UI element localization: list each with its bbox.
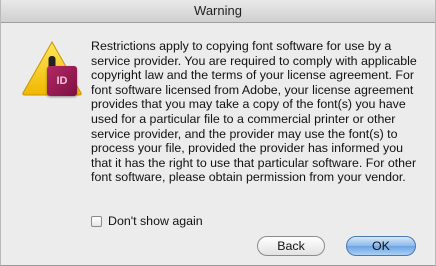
- back-button[interactable]: Back: [257, 236, 325, 256]
- warning-dialog: Warning ID Restrictions apply to copying…: [0, 0, 436, 266]
- dont-show-again-row[interactable]: Don't show again: [91, 214, 203, 228]
- indesign-app-icon: ID: [47, 66, 77, 96]
- dont-show-again-label[interactable]: Don't show again: [108, 214, 203, 228]
- warning-message: Restrictions apply to copying font softw…: [91, 39, 417, 185]
- dont-show-again-checkbox[interactable]: [91, 215, 102, 227]
- window-title: Warning: [194, 3, 242, 18]
- ok-button[interactable]: OK: [346, 236, 416, 256]
- title-bar[interactable]: Warning: [1, 0, 435, 23]
